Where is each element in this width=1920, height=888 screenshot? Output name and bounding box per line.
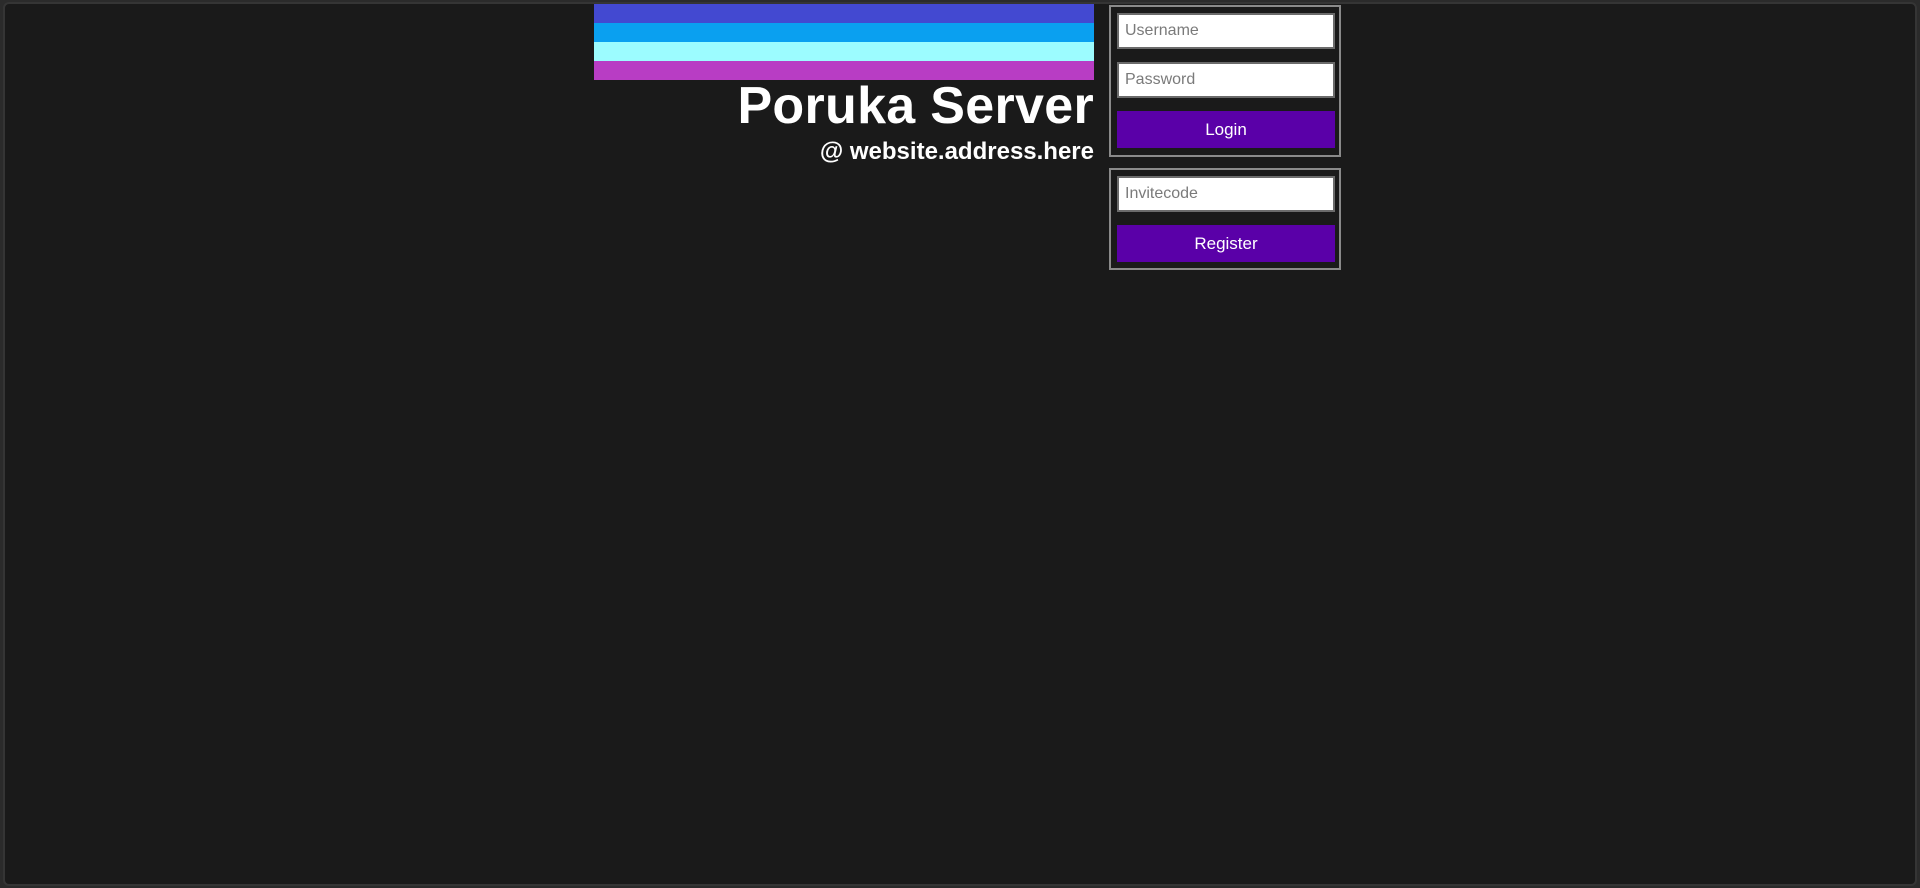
username-input[interactable] xyxy=(1117,13,1335,49)
banner-stripe-2 xyxy=(594,23,1094,42)
password-input[interactable] xyxy=(1117,62,1335,98)
page-frame: Poruka Server @ website.address.here Log… xyxy=(3,2,1917,886)
server-address: @ website.address.here xyxy=(819,138,1094,165)
login-button[interactable]: Login xyxy=(1117,111,1335,148)
register-button[interactable]: Register xyxy=(1117,225,1335,262)
color-banner xyxy=(594,4,1094,80)
register-panel: Register xyxy=(1109,168,1341,270)
invitecode-input[interactable] xyxy=(1117,176,1335,212)
login-panel: Login xyxy=(1109,5,1341,157)
banner-stripe-1 xyxy=(594,4,1094,23)
banner-stripe-3 xyxy=(594,42,1094,61)
page-title: Poruka Server xyxy=(737,77,1094,135)
